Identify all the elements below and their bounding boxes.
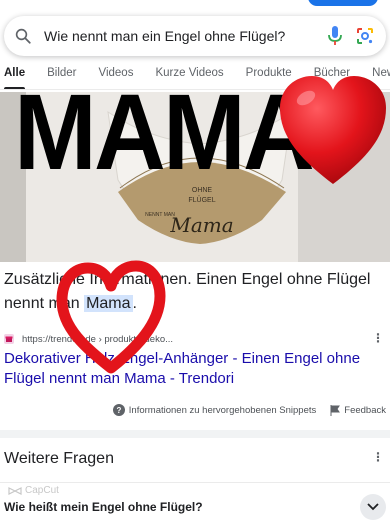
section-divider — [0, 430, 390, 438]
tab-bilder[interactable]: Bilder — [47, 64, 76, 89]
wooden-angel-ornament: OHNE FLÜGEL Mama NENNT MAN — [107, 110, 293, 244]
result-source[interactable]: https://trendori.de › produkt › deko... … — [4, 331, 386, 347]
more-options-icon[interactable]: ⋮ — [372, 331, 384, 345]
capcut-watermark: CapCut — [8, 485, 59, 496]
snippet-suffix: . — [132, 295, 137, 312]
source-url[interactable]: https://trendori.de › produkt › deko... — [22, 334, 173, 345]
tab-videos[interactable]: Videos — [99, 64, 134, 89]
watermark-text: CapCut — [25, 485, 59, 496]
paa-separator — [0, 482, 390, 483]
featured-image[interactable]: OHNE FLÜGEL Mama NENNT MAN — [0, 92, 390, 262]
snippet-info-row: ? Informationen zu hervorgehobenen Snipp… — [0, 402, 390, 418]
result-title-link[interactable]: Dekorativer Holz-Engel-Anhänger - Einen … — [4, 349, 384, 389]
paa-question[interactable]: Wie heißt mein Engel ohne Flügel? — [4, 500, 203, 514]
capcut-logo-icon — [8, 486, 22, 495]
tab-kurze-videos[interactable]: Kurze Videos — [155, 64, 223, 89]
tab-alle[interactable]: Alle — [4, 64, 26, 89]
svg-text:?: ? — [116, 406, 121, 415]
ornament-left: NENNT MAN — [145, 212, 175, 218]
about-snippets-link[interactable]: Informationen zu hervorgehobenen Snippet… — [129, 405, 317, 416]
people-also-ask-title: Weitere Fragen — [4, 450, 114, 467]
snippet-prefix: Zusätzliche Informationen. Einen Engel o… — [4, 271, 371, 312]
ornament-line1: OHNE — [192, 187, 213, 194]
tab-buecher[interactable]: Bücher — [314, 64, 350, 89]
feedback-link[interactable]: Feedback — [344, 405, 386, 416]
search-tabs: Alle Bilder Videos Kurze Videos Produkte… — [0, 64, 390, 90]
help-icon[interactable]: ? — [112, 404, 125, 416]
search-icon[interactable] — [14, 27, 32, 45]
search-input[interactable]: Wie nennt man ein Engel ohne Flügel? — [44, 28, 316, 44]
site-favicon-icon — [4, 334, 14, 344]
paa-more-options-icon[interactable]: ⋮ — [372, 450, 384, 464]
snippet-highlight: Mama — [84, 295, 133, 312]
search-bar[interactable]: Wie nennt man ein Engel ohne Flügel? — [4, 16, 386, 56]
ornament-line2: FLÜGEL — [188, 196, 215, 204]
ornament-mama: Mama — [169, 213, 233, 237]
featured-snippet-text: Zusätzliche Informationen. Einen Engel o… — [4, 268, 384, 316]
feedback-flag-icon[interactable] — [330, 404, 341, 416]
tab-produkte[interactable]: Produkte — [246, 64, 292, 89]
account-button[interactable] — [308, 0, 378, 6]
tab-news[interactable]: New — [372, 64, 390, 89]
google-lens-icon[interactable] — [354, 25, 376, 47]
microphone-icon[interactable] — [324, 25, 346, 47]
expand-chevron-icon[interactable] — [360, 494, 386, 520]
